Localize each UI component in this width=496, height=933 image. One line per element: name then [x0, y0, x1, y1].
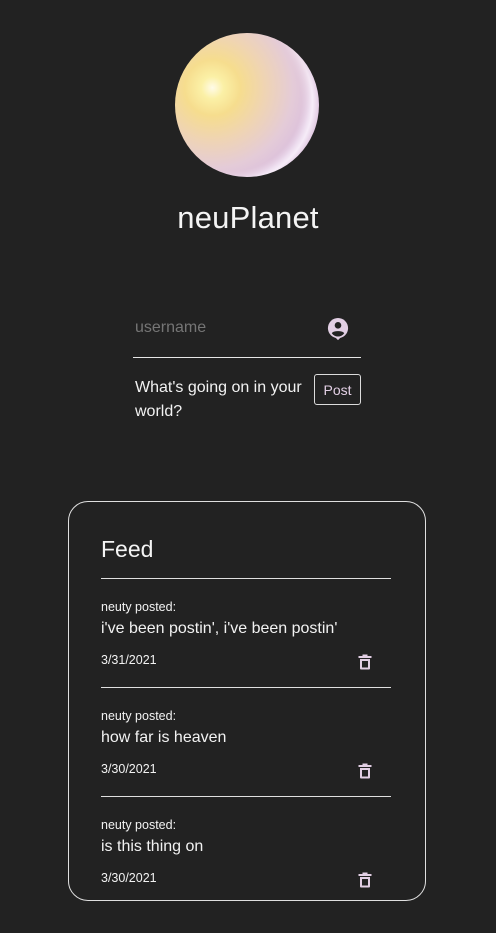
app-title: neuPlanet	[177, 200, 319, 235]
post-text: is this thing on	[101, 838, 204, 855]
account-circle-icon	[327, 318, 349, 341]
post-date: 3/30/2021	[101, 762, 157, 776]
post-text: i've been postin', i've been postin'	[101, 620, 338, 637]
feed-post: neuty posted: how far is heaven 3/30/202…	[101, 688, 391, 797]
post-author: neuty posted:	[101, 600, 177, 614]
username-field	[133, 310, 361, 358]
post-text: how far is heaven	[101, 729, 227, 746]
post-button[interactable]: Post	[314, 374, 361, 405]
post-date: 3/30/2021	[101, 871, 157, 885]
post-author: neuty posted:	[101, 818, 177, 832]
feed-panel: Feed neuty posted: i've been postin', i'…	[68, 501, 426, 901]
trash-icon[interactable]	[358, 872, 372, 888]
post-date: 3/31/2021	[101, 653, 157, 667]
username-input[interactable]	[135, 316, 315, 340]
trash-icon[interactable]	[358, 654, 372, 670]
app-page: neuPlanet What's going on in your world?…	[0, 0, 496, 933]
post-prompt[interactable]: What's going on in your world?	[135, 376, 310, 424]
feed-post: neuty posted: is this thing on 3/30/2021	[101, 797, 391, 900]
feed-title: Feed	[101, 536, 154, 562]
post-author: neuty posted:	[101, 709, 177, 723]
feed-post: neuty posted: i've been postin', i've be…	[101, 579, 391, 688]
planet-logo	[175, 33, 319, 177]
trash-icon[interactable]	[358, 763, 372, 779]
